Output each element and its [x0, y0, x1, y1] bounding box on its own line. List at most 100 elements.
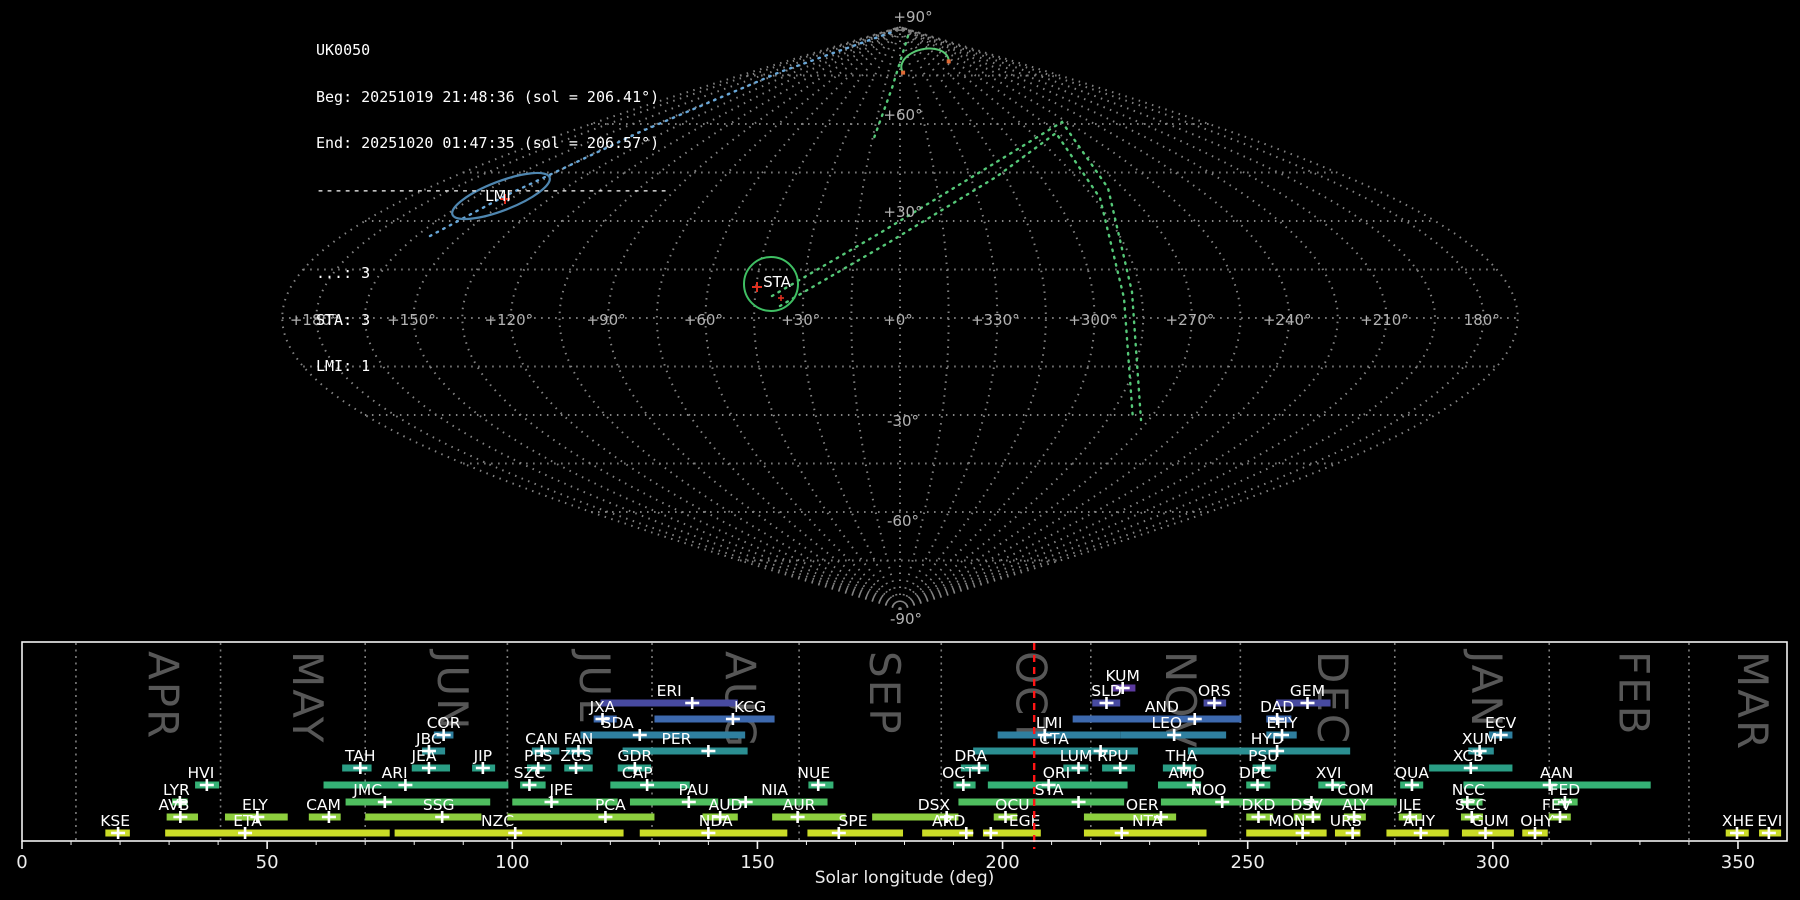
shower-code-label: LEO	[1151, 714, 1182, 732]
shower-tah: TAH	[342, 747, 375, 774]
shower-code-label: LUM	[1060, 747, 1093, 765]
shower-code-label: KSE	[100, 812, 130, 830]
activity-bar	[324, 782, 509, 789]
shower-code-label: HVI	[188, 764, 215, 782]
activity-bar	[807, 830, 903, 837]
shower-code-label: AAN	[1540, 764, 1573, 782]
shower-code-label: ETA	[233, 812, 262, 830]
shower-code-label: ARI	[382, 764, 408, 782]
shower-code-label: FAN	[564, 730, 594, 748]
latitude-label: -30°	[887, 412, 919, 430]
shower-code-label: JEA	[411, 747, 437, 765]
shower-code-label: SZC	[514, 764, 545, 782]
shower-jip: JIP	[472, 747, 495, 774]
activity-bar	[1161, 799, 1243, 806]
month-label-apr: APR	[138, 651, 187, 740]
shower-code-label: PSU	[1248, 747, 1279, 765]
activity-bar	[346, 799, 491, 806]
shower-code-label: SSG	[423, 796, 455, 814]
axis-tick-label: 150	[740, 852, 774, 873]
longitude-label: +210°	[1360, 311, 1409, 329]
shower-code-label: JMC	[352, 781, 382, 799]
activity-bar	[654, 716, 774, 723]
arc-end-dot	[901, 71, 905, 75]
latitude-label: -90°	[890, 610, 922, 628]
shower-code-label: PAU	[679, 781, 709, 799]
shower-code-label: JIP	[473, 747, 493, 765]
activity-bar	[1246, 830, 1326, 837]
shower-code-label: XCB	[1453, 747, 1484, 765]
begin-time: Beg: 20251019 21:48:36 (sol = 206.41°)	[316, 90, 668, 106]
axis-tick-label: 0	[16, 852, 27, 873]
activity-bar	[772, 814, 846, 821]
observation-summary: UK0050 Beg: 20251019 21:48:36 (sol = 206…	[316, 12, 668, 406]
shower-code-label: HYD	[1251, 730, 1284, 748]
shower-code-label: AVB	[159, 796, 190, 814]
shower-zcs: ZCS	[560, 747, 592, 774]
shower-code-label: ERI	[657, 682, 682, 700]
latitude-label: +60°	[883, 106, 922, 124]
shower-code-label: CAN	[525, 730, 558, 748]
month-label-mar: MAR	[1728, 651, 1777, 751]
longitude-label: +0°	[883, 311, 913, 329]
shower-code-label: ZCS	[560, 747, 591, 765]
shower-code-label: NZC	[481, 812, 514, 830]
shower-code-label: CTA	[1039, 730, 1069, 748]
background	[0, 0, 1800, 900]
shower-code-label: NDA	[699, 812, 733, 830]
shower-code-label: GEM	[1290, 682, 1325, 700]
shower-code-label: EGE	[1009, 812, 1041, 830]
longitude-label: +60°	[684, 311, 723, 329]
shower-code-label: NUE	[797, 764, 830, 782]
longitude-label: +300°	[1068, 311, 1117, 329]
longitude-label: +330°	[971, 311, 1020, 329]
shower-code-label: NTA	[1132, 812, 1163, 830]
arc-end-dot	[947, 59, 951, 63]
shower-sld: SLD	[1091, 682, 1121, 709]
shower-code-label: QUA	[1395, 764, 1430, 782]
shower-code-label: EVI	[1757, 812, 1782, 830]
shower-code-label: THA	[1165, 747, 1198, 765]
activity-bar	[630, 799, 718, 806]
shower-code-label: NOO	[1190, 781, 1226, 799]
radiant-map-screen: LMISTA+90°+60°+30°-30°-60°-90°+180°+150°…	[0, 0, 1800, 900]
longitude-label: 180°	[1464, 311, 1500, 329]
count-sporadic: ...: 3	[316, 266, 668, 282]
axis-title: Solar longitude (deg)	[815, 868, 995, 888]
shower-code-label: CAP	[622, 764, 653, 782]
shower-code-label: KCG	[734, 698, 766, 716]
axis-tick-label: 100	[495, 852, 529, 873]
shower-code-label: CAM	[306, 796, 341, 814]
shower-code-label: ARD	[932, 812, 965, 830]
latitude-label: -60°	[887, 512, 919, 530]
axis-tick-label: 250	[1231, 852, 1265, 873]
axis-tick-label: 350	[1721, 852, 1755, 873]
shower-code-label: OCT	[942, 764, 975, 782]
activity-bar	[958, 799, 1124, 806]
sky-and-timeline-canvas: LMISTA+90°+60°+30°-30°-60°-90°+180°+150°…	[0, 0, 1800, 900]
count-sta: STA: 3	[316, 313, 668, 329]
activity-bar	[365, 814, 481, 821]
longitude-label: +270°	[1166, 311, 1215, 329]
latitude-label: +90°	[893, 8, 932, 26]
activity-bar	[165, 830, 390, 837]
shower-code-label: SDA	[602, 714, 635, 732]
longitude-label: +240°	[1263, 311, 1312, 329]
shower-code-label: TAH	[344, 747, 376, 765]
shower-code-label: XHE	[1722, 812, 1754, 830]
month-label-feb: FEB	[1609, 651, 1658, 737]
activity-bar	[507, 814, 654, 821]
shower-code-label: URS	[1330, 812, 1362, 830]
shower-code-label: JPE	[548, 781, 573, 799]
longitude-label: +30°	[781, 311, 820, 329]
shower-code-label: GUM	[1472, 812, 1509, 830]
shower-code-label: SLD	[1091, 682, 1121, 700]
shower-code-label: PER	[662, 730, 692, 748]
shower-code-label: JBC	[415, 730, 442, 748]
shower-code-label: AUR	[783, 796, 816, 814]
shower-code-label: PPS	[524, 747, 553, 765]
shower-code-label: AHY	[1403, 812, 1435, 830]
station-id: UK0050	[316, 43, 668, 59]
shower-code-label: ORS	[1198, 682, 1231, 700]
shower-code-label: STA	[1035, 781, 1064, 799]
